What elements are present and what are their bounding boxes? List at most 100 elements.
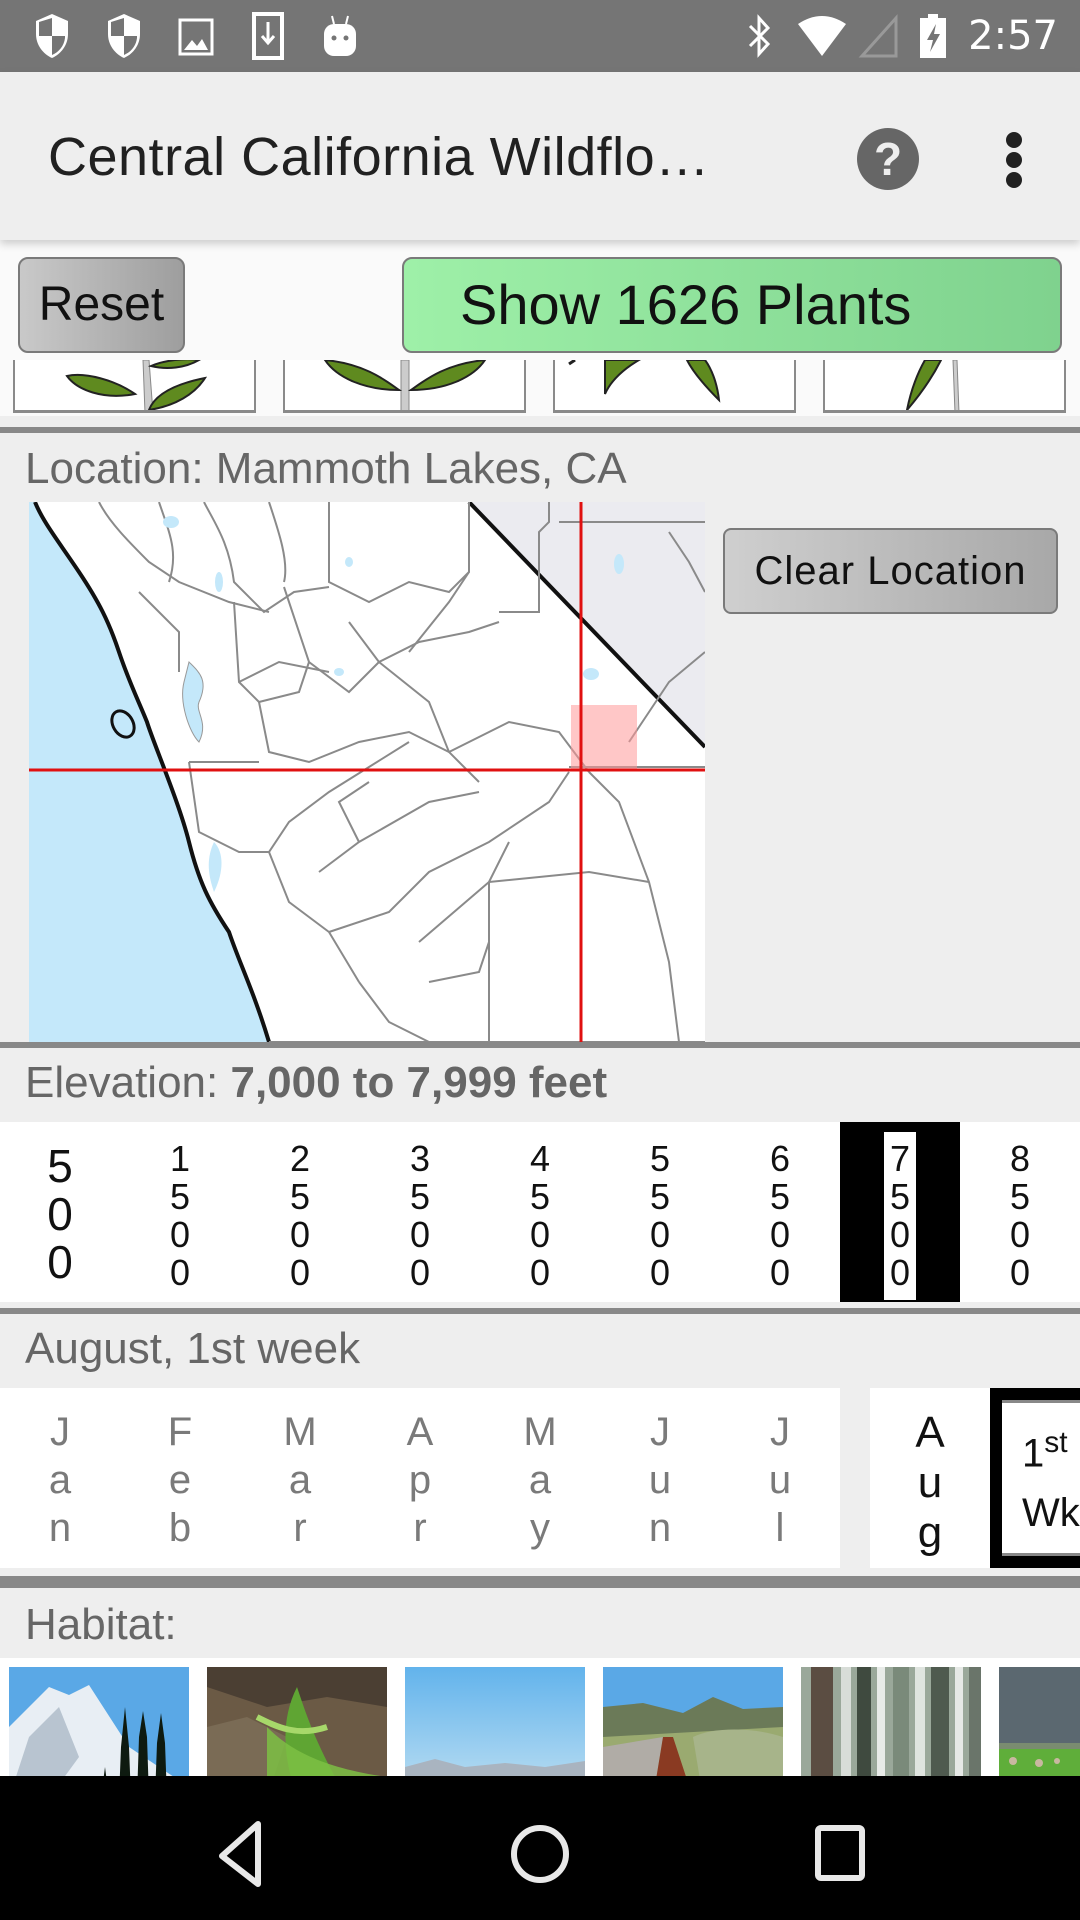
habitat-tile-scrub[interactable]	[603, 1667, 783, 1776]
habitat-tile-desert[interactable]	[405, 1667, 585, 1776]
month-letters: Apr	[406, 1410, 434, 1550]
week-label: 1st Wk	[1002, 1400, 1080, 1556]
habitat-selector	[0, 1658, 1080, 1776]
action-row: Reset Show 1626 Plants	[0, 240, 1080, 360]
navigation-bar	[0, 1776, 1080, 1920]
habitat-label: Habitat:	[25, 1600, 177, 1649]
month-option-selected[interactable]: Aug	[870, 1388, 990, 1568]
alternate-leaves-icon	[65, 360, 208, 410]
elevation-option-label: 8500	[1009, 1138, 1031, 1293]
elevation-option-7500[interactable]: 7500	[840, 1122, 960, 1302]
location-map[interactable]	[29, 502, 705, 1042]
month-option-jan[interactable]: Jan	[0, 1388, 120, 1568]
app-bar: Central California Wildflo… ?	[0, 72, 1080, 240]
elevation-option-label: 2500	[289, 1138, 311, 1293]
elevation-option-label: 5500	[649, 1138, 671, 1293]
elevation-option-label: 1500	[169, 1138, 191, 1293]
grassland-photo	[999, 1667, 1080, 1776]
habitat-tile-forest[interactable]	[801, 1667, 981, 1776]
bluetooth-icon	[748, 14, 771, 58]
elevation-option-8500[interactable]: 8500	[960, 1122, 1080, 1302]
elevation-option-500[interactable]: 500	[0, 1122, 120, 1302]
week-abbrev: Wk	[1022, 1491, 1080, 1536]
app-title: Central California Wildflo…	[48, 127, 710, 187]
android-icon	[324, 15, 356, 56]
elevation-value: 7,000 to 7,999 feet	[230, 1058, 608, 1107]
back-icon[interactable]	[196, 1806, 286, 1896]
desert-photo	[405, 1667, 585, 1776]
month-letters: Mar	[283, 1410, 317, 1550]
leaf-tile-whorled[interactable]	[553, 360, 796, 413]
elevation-label: Elevation: 7,000 to 7,999 feet	[25, 1058, 607, 1108]
habitat-tile-alpine[interactable]	[9, 1667, 189, 1776]
month-option-jul[interactable]: Jul	[720, 1388, 840, 1568]
elevation-option-6500[interactable]: 6500	[720, 1122, 840, 1302]
alpine-photo	[9, 1667, 189, 1776]
download-icon	[252, 12, 284, 60]
elevation-option-label: 7500	[883, 1132, 917, 1300]
overflow-dot	[1006, 172, 1022, 188]
forest-photo	[801, 1667, 981, 1776]
help-icon-glyph: ?	[873, 133, 903, 185]
week-number: 1	[1022, 1431, 1045, 1476]
section-divider	[0, 1308, 1080, 1314]
show-plants-button[interactable]: Show 1626 Plants	[402, 257, 1062, 353]
shield-icon	[36, 14, 68, 58]
opposite-leaves-icon	[323, 360, 487, 410]
recents-icon[interactable]	[795, 1806, 885, 1896]
leaf-tile-opposite[interactable]	[283, 360, 526, 413]
week-option-selected[interactable]: 1st Wk	[990, 1388, 1080, 1568]
scrub-photo	[603, 1667, 783, 1776]
month-option-jun[interactable]: Jun	[600, 1388, 720, 1568]
month-option-may[interactable]: May	[480, 1388, 600, 1568]
section-divider	[0, 1576, 1080, 1588]
section-divider	[0, 1042, 1080, 1048]
elevation-option-5500[interactable]: 5500	[600, 1122, 720, 1302]
leaf-tile-basal[interactable]	[823, 360, 1066, 413]
status-bar: 2:57	[0, 0, 1080, 72]
elevation-option-2500[interactable]: 2500	[240, 1122, 360, 1302]
elevation-option-3500[interactable]: 3500	[360, 1122, 480, 1302]
basal-leaves-icon	[905, 360, 960, 410]
elevation-option-label: 3500	[409, 1138, 431, 1293]
more-vert-icon[interactable]	[990, 124, 1038, 196]
filter-content[interactable]: Reset Show 1626 Plants Location: Mammoth…	[0, 240, 1080, 1776]
overflow-dot	[1006, 132, 1022, 148]
help-icon[interactable]: ?	[857, 128, 919, 190]
leaf-tile-alternate[interactable]	[13, 360, 256, 413]
elevation-option-label: 4500	[529, 1138, 551, 1293]
home-icon[interactable]	[495, 1806, 585, 1896]
image-icon	[178, 18, 214, 56]
month-letters: Aug	[915, 1408, 945, 1557]
month-letters: Jun	[648, 1410, 672, 1550]
elevation-option-label: 500	[47, 1140, 73, 1288]
leaf-arrangement-strip	[0, 360, 1080, 416]
month-selector: Jan Feb Mar Apr May Jun Jul	[0, 1388, 840, 1568]
wifi-icon	[798, 16, 846, 56]
shield-icon	[108, 14, 140, 58]
month-option-mar[interactable]: Mar	[240, 1388, 360, 1568]
month-letters: Jan	[48, 1410, 72, 1550]
elevation-selector: 500 1500 2500 3500 4500 5500 6500 7500 8500	[0, 1122, 1080, 1302]
season-label: August, 1st week	[25, 1324, 361, 1373]
month-letters: May	[523, 1410, 557, 1550]
month-option-apr[interactable]: Apr	[360, 1388, 480, 1568]
battery-charging-icon	[920, 14, 946, 58]
week-suffix: st	[1044, 1426, 1068, 1459]
reset-button[interactable]: Reset	[18, 257, 185, 353]
elevation-option-label: 6500	[769, 1138, 791, 1293]
habitat-tile-rock[interactable]	[207, 1667, 387, 1776]
whorled-leaves-icon	[568, 360, 721, 403]
elevation-option-4500[interactable]: 4500	[480, 1122, 600, 1302]
elevation-label-prefix: Elevation:	[25, 1058, 219, 1107]
clock: 2:57	[968, 13, 1058, 59]
cell-signal-icon	[858, 14, 898, 58]
habitat-tile-grassland[interactable]	[999, 1667, 1080, 1776]
month-option-feb[interactable]: Feb	[120, 1388, 240, 1568]
elevation-option-1500[interactable]: 1500	[120, 1122, 240, 1302]
month-letters: Jul	[768, 1410, 792, 1550]
clear-location-button[interactable]: Clear Location	[723, 528, 1058, 614]
rock-fern-photo	[207, 1667, 387, 1776]
month-letters: Feb	[167, 1410, 193, 1550]
section-divider	[0, 427, 1080, 433]
